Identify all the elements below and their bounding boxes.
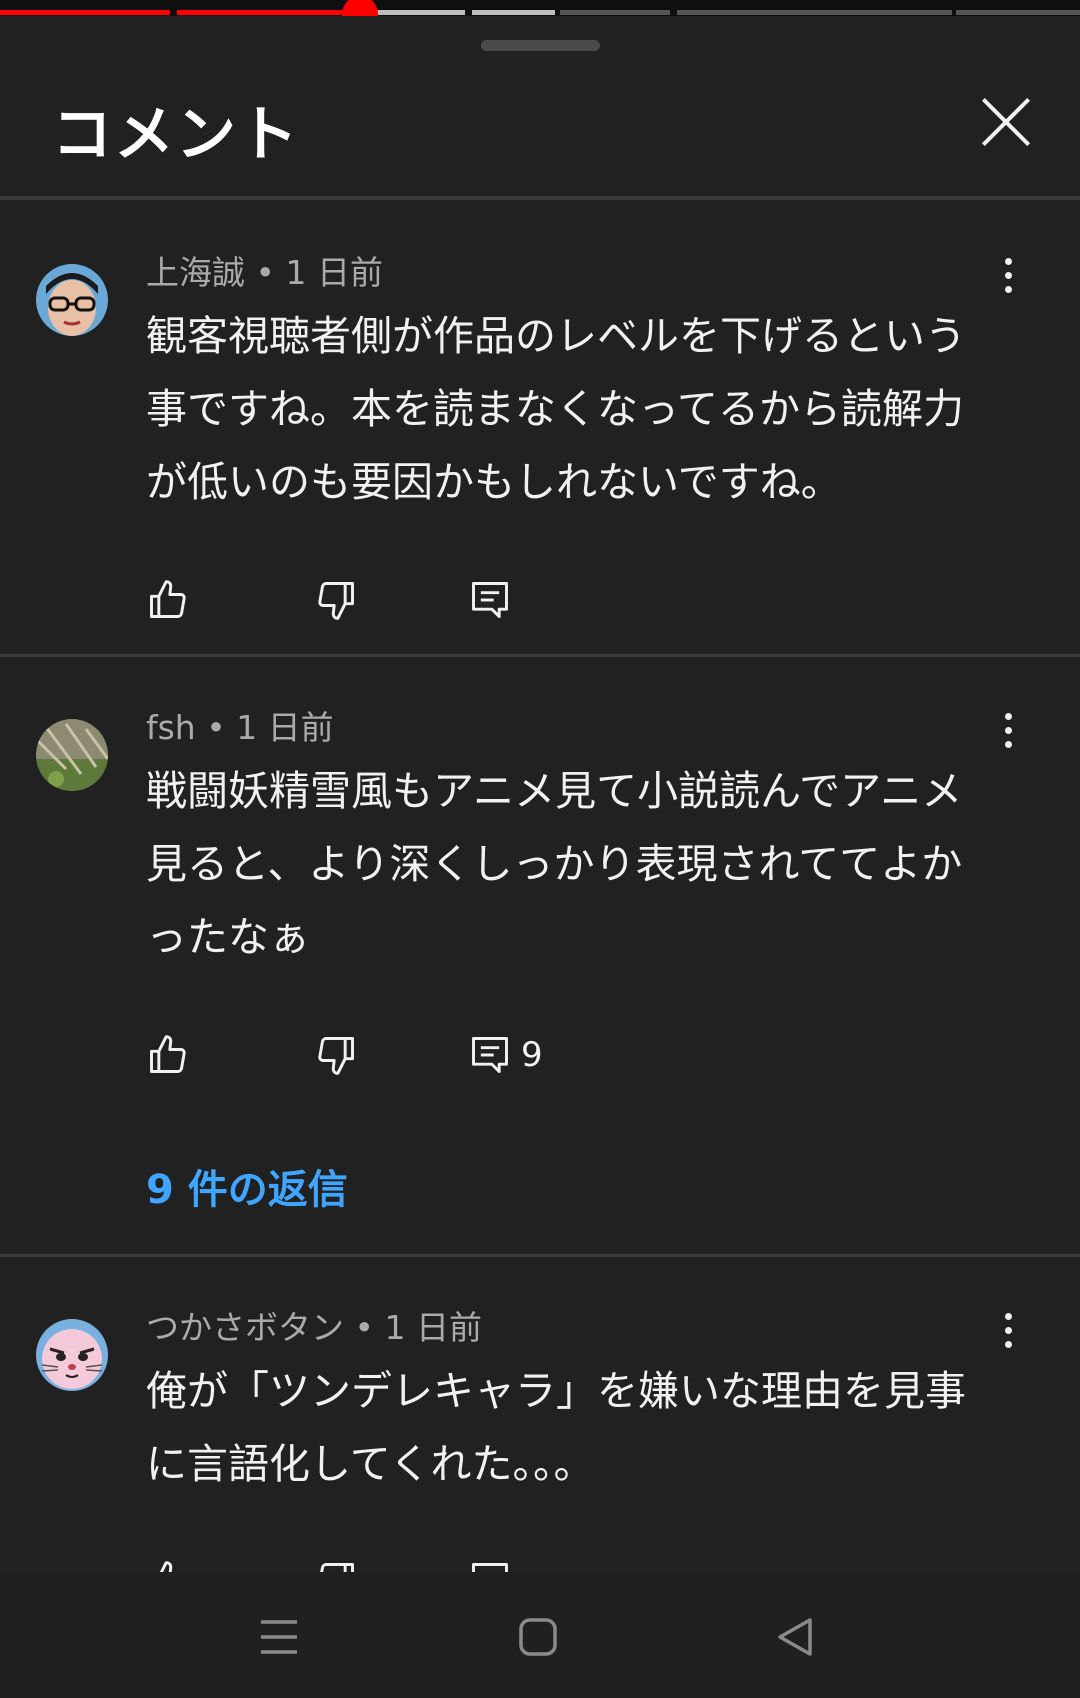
drag-handle[interactable] [481, 40, 600, 51]
progress-played-segment [177, 10, 357, 15]
comment-time: 1 日前 [236, 708, 334, 747]
comment-text: 戦闘妖精雪風もアニメ見て小説読んでアニメ見ると、より深くしっかり表現されててよか… [146, 767, 963, 961]
comment-text: 観客視聴者側が作品のレベルを下げるという事ですね。本を読まなくなってるから読解力… [146, 312, 966, 506]
comment-author[interactable]: fsh [146, 708, 196, 747]
comment-time: 1 日前 [384, 1308, 482, 1347]
more-vert-icon[interactable] [990, 252, 1026, 300]
comment-actions: 9 [146, 1033, 646, 1081]
comment-icon[interactable] [468, 1559, 516, 1572]
view-replies-link[interactable]: 9 件の返信 [146, 1157, 348, 1215]
meta-separator: • [245, 253, 286, 292]
system-navigation-bar [0, 1572, 1080, 1698]
comment-divider [0, 654, 1080, 657]
video-progress-bar[interactable] [0, 0, 1080, 32]
thumbs-up-icon[interactable] [146, 1033, 194, 1081]
progress-played-segment [0, 10, 170, 15]
comment-actions [146, 1559, 646, 1572]
avatar[interactable] [36, 1319, 108, 1391]
meta-separator: • [344, 1308, 385, 1347]
progress-segment [560, 10, 670, 15]
comments-sheet: コメント 上海誠 • 1 日前 観客視聴者側が作品のレベルを下げるという事ですね… [0, 16, 1080, 1572]
comment-time: 1 日前 [285, 253, 383, 292]
comment-meta: 上海誠 • 1 日前 [146, 246, 383, 294]
progress-segment [677, 10, 952, 15]
thumbs-down-icon[interactable] [314, 1559, 362, 1572]
progress-segment [956, 10, 1080, 15]
more-vert-icon[interactable] [990, 1307, 1026, 1355]
thumbs-down-icon[interactable] [314, 1033, 362, 1081]
home-icon[interactable] [503, 1602, 573, 1672]
comment-icon[interactable] [468, 1033, 516, 1081]
header-divider [0, 196, 1080, 200]
comment-divider [0, 1254, 1080, 1257]
progress-buffered-segment [472, 10, 555, 15]
menu-icon[interactable] [244, 1602, 314, 1672]
thumbs-up-icon[interactable] [146, 578, 194, 626]
avatar[interactable] [36, 264, 108, 336]
comment-actions [146, 578, 646, 626]
close-icon[interactable] [970, 86, 1042, 158]
comment-meta: fsh • 1 日前 [146, 701, 334, 749]
comment-meta: つかさボタン • 1 日前 [146, 1301, 482, 1349]
comment-author[interactable]: 上海誠 [146, 253, 245, 292]
comment-text: 俺が「ツンデレキャラ」を嫌いな理由を見事に言語化してくれた。。。 [146, 1367, 966, 1488]
more-vert-icon[interactable] [990, 707, 1026, 755]
comment-author[interactable]: つかさボタン [146, 1308, 344, 1347]
comment-icon[interactable] [468, 578, 516, 626]
thumbs-up-icon[interactable] [146, 1559, 194, 1572]
reply-count: 9 [521, 1035, 543, 1075]
sheet-title: コメント [52, 100, 300, 170]
back-icon[interactable] [760, 1602, 830, 1672]
thumbs-down-icon[interactable] [314, 578, 362, 626]
meta-separator: • [195, 708, 237, 747]
avatar[interactable] [36, 719, 108, 791]
